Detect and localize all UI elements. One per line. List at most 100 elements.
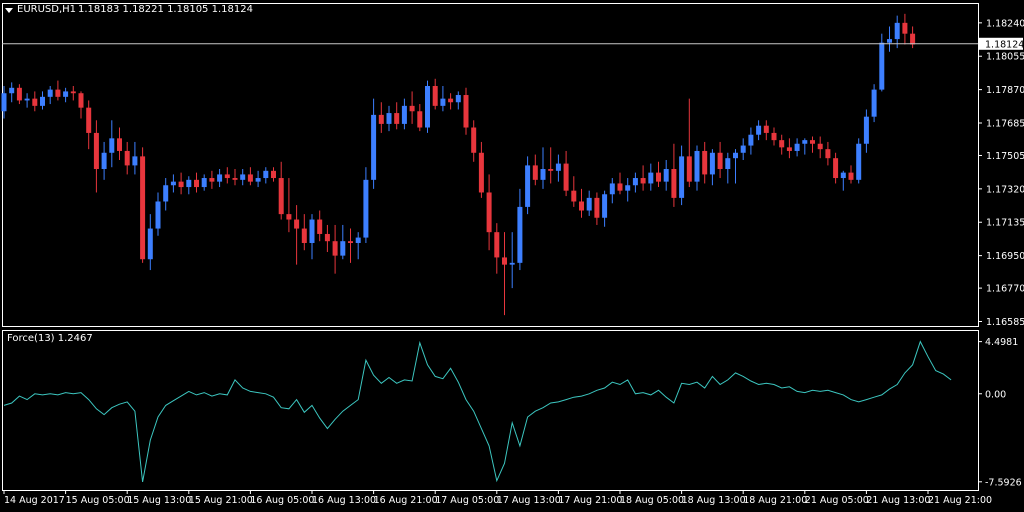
candle-body [794, 143, 800, 151]
bull-candle [163, 178, 169, 211]
candle-body [371, 114, 377, 180]
price-y-tick-label: 1.16950 [986, 251, 1024, 262]
candle-body [340, 241, 346, 256]
bull-candle [155, 192, 161, 236]
bear-candle [278, 161, 284, 220]
chart-canvas[interactable]: 1.18240 1.18055 1.17870 1.17685 1.17505 1.173… [0, 0, 1024, 512]
candle-body [740, 145, 746, 153]
candle-body [594, 197, 600, 218]
price-y-tick-label: 1.16770 [986, 284, 1024, 295]
candle-body [763, 125, 769, 133]
bear-candle [317, 210, 323, 242]
candle-body [224, 174, 230, 179]
candle-body [417, 111, 423, 128]
x-axis-tick-label: 16 Aug 13:00 [312, 495, 376, 506]
bear-candle [394, 102, 400, 130]
bull-candle [309, 214, 315, 260]
candle-body [525, 165, 531, 207]
candle-body [579, 201, 584, 211]
bull-candle [9, 82, 15, 103]
symbol-dropdown-icon[interactable] [5, 8, 13, 13]
bear-candle [378, 102, 384, 133]
bull-candle [748, 127, 754, 155]
candle-body [771, 132, 777, 141]
candle-body [124, 150, 130, 166]
bear-candle [471, 120, 477, 162]
candle-body [717, 152, 723, 170]
candle-body [170, 181, 176, 186]
bear-candle [779, 134, 785, 155]
candle-body [586, 197, 592, 211]
bull-candle [694, 145, 700, 191]
bear-candle [640, 165, 646, 191]
candle-body [386, 113, 392, 124]
candle-body [494, 232, 500, 258]
bull-candle [586, 190, 592, 216]
candle-body [432, 86, 438, 106]
candle-body [263, 170, 269, 179]
candle-body [702, 150, 708, 175]
candle-body [394, 113, 400, 124]
bull-candle [340, 224, 346, 260]
candle-body [201, 178, 207, 188]
candle-body [209, 178, 215, 182]
bear-candle [502, 232, 507, 316]
candle-body [286, 214, 292, 220]
bear-candle [78, 91, 84, 119]
bear-candle [571, 176, 577, 207]
bull-candle [856, 138, 862, 184]
candle-body [848, 172, 854, 180]
bear-candle [532, 154, 538, 186]
bull-candle [625, 178, 631, 202]
bear-candle [817, 136, 823, 159]
candle-body [93, 132, 99, 170]
bull-candle [132, 141, 138, 175]
indicator-label: Force(13) 1.2467 [7, 333, 93, 344]
candle-body [825, 149, 831, 159]
bull-candle [555, 154, 561, 182]
bear-candle [786, 138, 792, 159]
bull-candle [879, 33, 885, 92]
price-y-tick-label: 1.16585 [986, 317, 1024, 328]
bear-candle [247, 167, 253, 186]
candle-body [440, 98, 446, 106]
x-axis-tick-label: 17 Aug 21:00 [558, 495, 622, 506]
bull-candle [386, 105, 392, 132]
bull-candle [101, 141, 107, 180]
bull-candle [147, 214, 153, 271]
bull-candle [871, 84, 877, 123]
candle-body [163, 185, 169, 202]
candle-body [540, 169, 546, 180]
bear-candle [671, 143, 677, 207]
candle-body [109, 138, 115, 153]
candle-body [779, 140, 785, 148]
bear-candle [478, 141, 484, 198]
bull-candle [632, 172, 638, 193]
candle-body [833, 158, 839, 179]
candle-body [147, 228, 153, 260]
bull-candle [63, 87, 69, 103]
bear-candle [810, 136, 815, 153]
candle-body [887, 39, 892, 43]
bear-candle [494, 223, 500, 274]
bear-candle [209, 170, 215, 189]
candle-body [863, 116, 869, 144]
bear-candle [271, 167, 276, 182]
candle-body [648, 172, 654, 184]
bull-candle [602, 190, 608, 227]
bear-candle [563, 150, 569, 197]
candle-body [879, 42, 885, 90]
symbol-label: EURUSD,H1 [17, 4, 77, 15]
candle-body [332, 241, 338, 256]
bear-candle [910, 26, 916, 49]
force-index-line [3, 340, 952, 483]
price-y-tick-label: 1.17135 [986, 218, 1024, 229]
x-axis-tick-label: 15 Aug 21:00 [189, 495, 253, 506]
candle-body [448, 98, 454, 103]
bull-candle [363, 167, 369, 243]
bull-candle [725, 152, 731, 184]
bear-candle [548, 147, 554, 184]
bull-candle [186, 176, 192, 195]
bear-candle [324, 224, 330, 253]
candle-body [401, 105, 407, 124]
